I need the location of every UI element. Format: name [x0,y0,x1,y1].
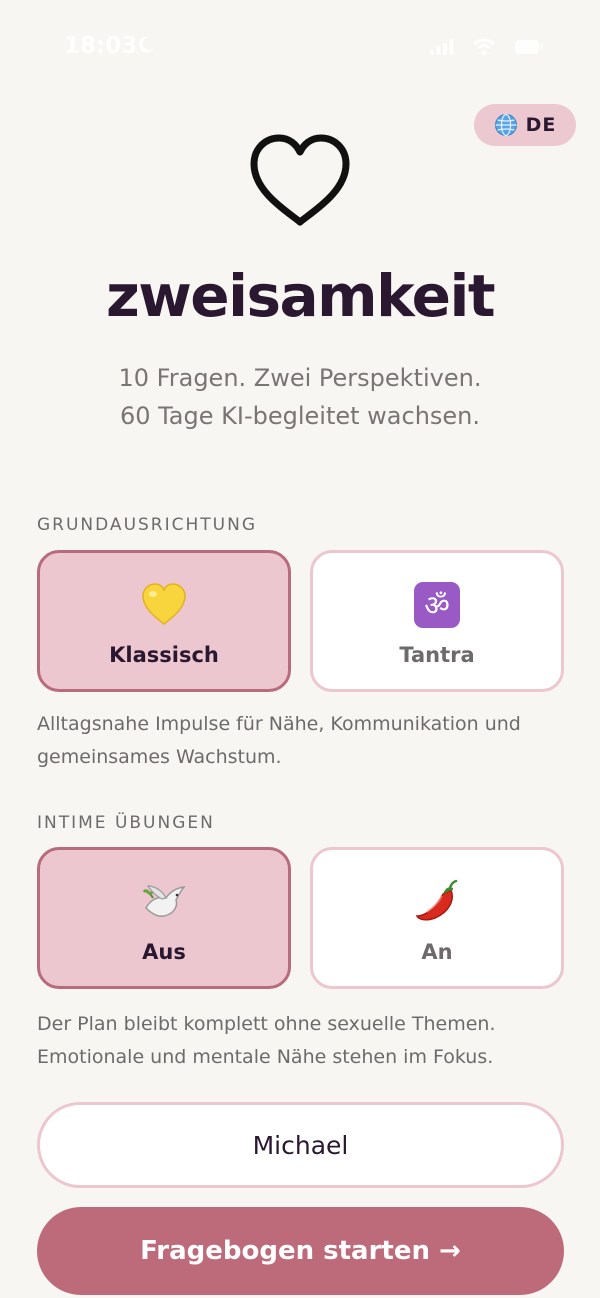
option-aus-card[interactable]: Aus [37,847,291,989]
signal-icon [430,39,454,55]
name-input[interactable]: Michael [37,1102,564,1188]
status-bar: 18:03 [0,0,600,96]
orientation-description-line-2: gemeinsames Wachstum. [37,746,282,768]
wifi-icon [473,38,495,56]
orientation-description-line-1: Alltagsnahe Impulse für Nähe, Kommunikat… [37,713,521,735]
option-tantra-card[interactable]: ॐ Tantra [310,550,564,692]
option-klassisch-card[interactable]: Klassisch [37,550,291,692]
subtitle-line-1: 10 Fragen. Zwei Perspektiven. [118,364,482,392]
yellow-heart-icon [142,583,186,625]
option-klassisch-label: Klassisch [109,643,219,667]
language-selector-button[interactable]: DE [474,104,576,146]
intimate-section-label: INTIME ÜBUNGEN [37,813,215,833]
option-tantra-label: Tantra [399,643,475,667]
language-code: DE [525,114,557,136]
battery-icon [515,40,543,54]
om-icon: ॐ [414,582,460,628]
option-an-card[interactable]: An [310,847,564,989]
dove-icon [143,885,186,917]
moon-icon [138,36,154,53]
start-questionnaire-button[interactable]: Fragebogen starten → [37,1207,564,1295]
option-an-label: An [421,940,453,964]
intimate-description-line-1: Der Plan bleibt komplett ohne sexuelle T… [37,1013,496,1035]
globe-icon [494,113,517,137]
subtitle-line-2: 60 Tage KI-begleitet wachsen. [119,402,481,430]
option-aus-label: Aus [142,940,186,964]
app-title: zweisamkeit [105,262,496,330]
intimate-description: Der Plan bleibt komplett ohne sexuelle T… [37,1008,496,1074]
status-time: 18:03 [64,33,138,59]
orientation-description: Alltagsnahe Impulse für Nähe, Kommunikat… [37,708,521,774]
heart-outline-icon [250,134,350,226]
chili-pepper-icon [415,879,458,921]
status-icons [430,38,544,56]
intimate-description-line-2: Emotionale und mentale Nähe stehen im Fo… [37,1046,494,1068]
svg-text:ॐ: ॐ [424,589,450,622]
orientation-section-label: GRUNDAUSRICHTUNG [37,515,257,535]
